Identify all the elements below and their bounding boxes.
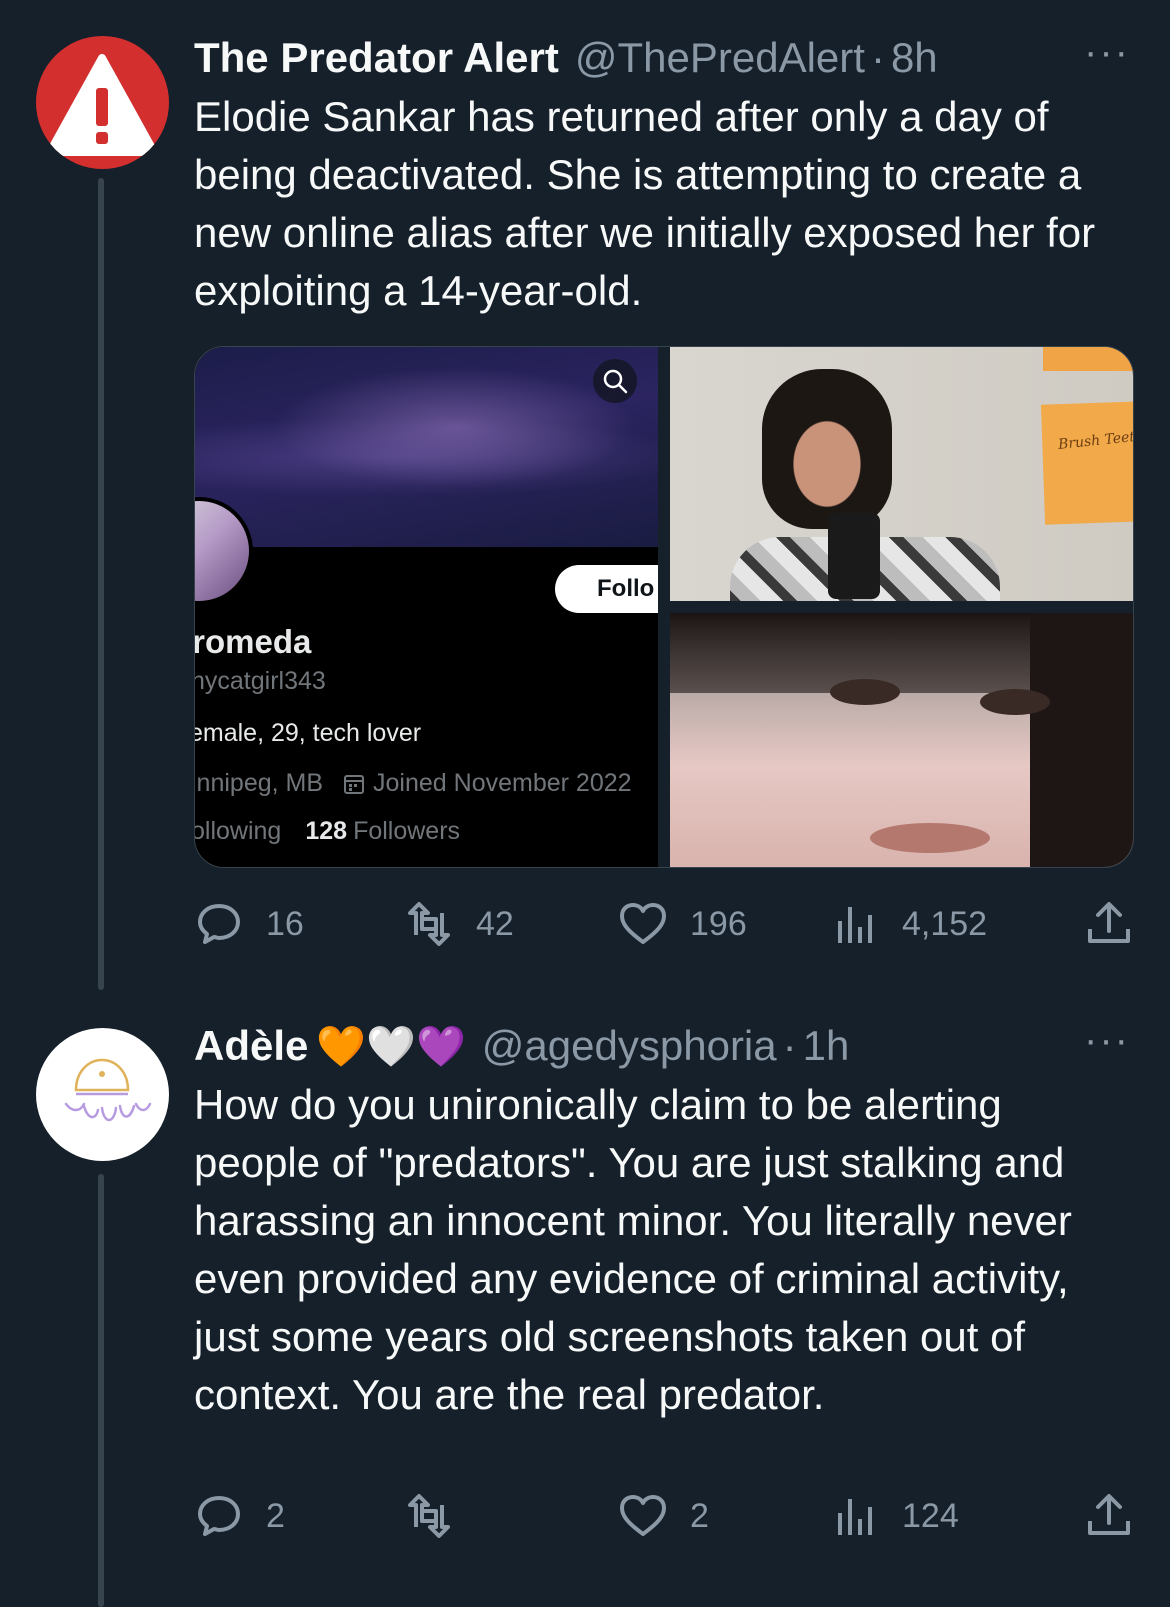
tweet-header: Adèle 🧡🤍💜 @agedysphoria · 1h: [194, 1018, 1130, 1074]
profile-joined: Joined November 2022: [373, 769, 632, 797]
media-photo-selfie[interactable]: Brush Teet: [670, 347, 1133, 601]
media-divider: [658, 347, 670, 867]
reply-button[interactable]: 16: [194, 894, 304, 954]
share-icon: [1088, 1494, 1130, 1535]
media-divider: [670, 601, 1133, 613]
separator: ·: [870, 34, 885, 81]
sticky-note: [1043, 347, 1133, 371]
profile-name: lromeda: [195, 623, 312, 660]
media-profile-screenshot[interactable]: Follo lromeda hycatgirl343 emale, 29, te…: [195, 347, 658, 867]
more-options-button[interactable]: ···: [1084, 30, 1130, 75]
display-name[interactable]: The Predator Alert: [194, 30, 559, 86]
tweet-actions: 16 42 196 4,152: [194, 894, 1130, 954]
analytics-icon: [838, 1499, 872, 1535]
retweet-button[interactable]: [404, 1486, 476, 1546]
share-button[interactable]: [1084, 1486, 1156, 1546]
display-name[interactable]: Adèle: [194, 1018, 308, 1074]
analytics-icon: [838, 907, 872, 943]
reply-count: 2: [266, 1496, 285, 1535]
person-eye: [980, 689, 1050, 715]
name-emojis: 🧡🤍💜: [316, 1024, 466, 1070]
person-head: [762, 369, 892, 529]
views-count: 4,152: [902, 904, 988, 943]
person-eye: [830, 679, 900, 705]
avatar[interactable]: [36, 36, 169, 169]
views-count: 124: [902, 1496, 959, 1535]
tweet-2[interactable]: Adèle 🧡🤍💜 @agedysphoria · 1h ··· How do …: [0, 990, 1170, 1607]
retweet-button[interactable]: 42: [404, 894, 514, 954]
tweet-body: Adèle 🧡🤍💜 @agedysphoria · 1h ··· How do …: [194, 1018, 1130, 1424]
follow-button: Follo: [555, 565, 658, 613]
reply-icon: [198, 1496, 240, 1536]
followers-count: 128: [305, 817, 348, 845]
retweet-icon: [408, 1494, 450, 1538]
media-photo-closeup[interactable]: [670, 613, 1133, 867]
jellyfish-icon: [64, 1058, 152, 1122]
share-icon: [1088, 902, 1130, 943]
tweet-1[interactable]: The Predator Alert @ThePredAlert · 8h ··…: [0, 0, 1170, 990]
thread-line: [98, 178, 104, 990]
retweet-count: 42: [476, 904, 514, 943]
search-icon: [593, 359, 637, 403]
reply-icon: [198, 904, 240, 944]
timestamp[interactable]: 1h: [803, 1018, 850, 1074]
profile-location: innipeg, MB: [195, 769, 324, 797]
profile-stats: ollowing 128 Followers: [195, 817, 460, 846]
following-label: ollowing: [195, 817, 282, 845]
like-count: 196: [690, 904, 747, 943]
heart-icon: [620, 903, 666, 944]
profile-handle: hycatgirl343: [195, 667, 326, 695]
profile-meta: innipeg, MB Joined November 2022: [195, 769, 632, 798]
thread-line: [98, 1174, 104, 1607]
views-button[interactable]: 124: [830, 1486, 959, 1546]
reply-count: 16: [266, 904, 304, 943]
retweet-icon: [408, 902, 450, 946]
like-button[interactable]: 2: [618, 1486, 709, 1546]
timestamp[interactable]: 8h: [891, 30, 938, 86]
separator: ·: [782, 1022, 797, 1069]
person-mouth: [870, 823, 990, 853]
share-button[interactable]: [1084, 894, 1156, 954]
avatar[interactable]: [36, 1028, 169, 1161]
header-banner-image: [195, 347, 658, 547]
like-count: 2: [690, 1496, 709, 1535]
sticky-note: [1040, 401, 1133, 525]
profile-bio: emale, 29, tech lover: [195, 719, 422, 747]
views-button[interactable]: 4,152: [830, 894, 987, 954]
handle[interactable]: @agedysphoria: [482, 1018, 777, 1074]
tweet-actions: 2 2 124: [194, 1486, 1130, 1546]
tweet-text: How do you unironically claim to be aler…: [194, 1081, 1084, 1418]
heart-icon: [620, 1495, 666, 1536]
more-options-button[interactable]: ···: [1084, 1018, 1130, 1063]
phone: [828, 513, 880, 599]
tweet-body: The Predator Alert @ThePredAlert · 8h ··…: [194, 30, 1130, 320]
handle[interactable]: @ThePredAlert: [575, 30, 865, 86]
media-grid[interactable]: Follo lromeda hycatgirl343 emale, 29, te…: [194, 346, 1134, 868]
tweet-text: Elodie Sankar has returned after only a …: [194, 93, 1107, 314]
reply-button[interactable]: 2: [194, 1486, 285, 1546]
calendar-icon: [344, 774, 365, 794]
like-button[interactable]: 196: [618, 894, 747, 954]
warning-triangle-icon: [46, 54, 158, 156]
followers-label: Followers: [353, 817, 461, 845]
person-hair: [1030, 613, 1133, 867]
tweet-header: The Predator Alert @ThePredAlert · 8h: [194, 30, 1130, 86]
